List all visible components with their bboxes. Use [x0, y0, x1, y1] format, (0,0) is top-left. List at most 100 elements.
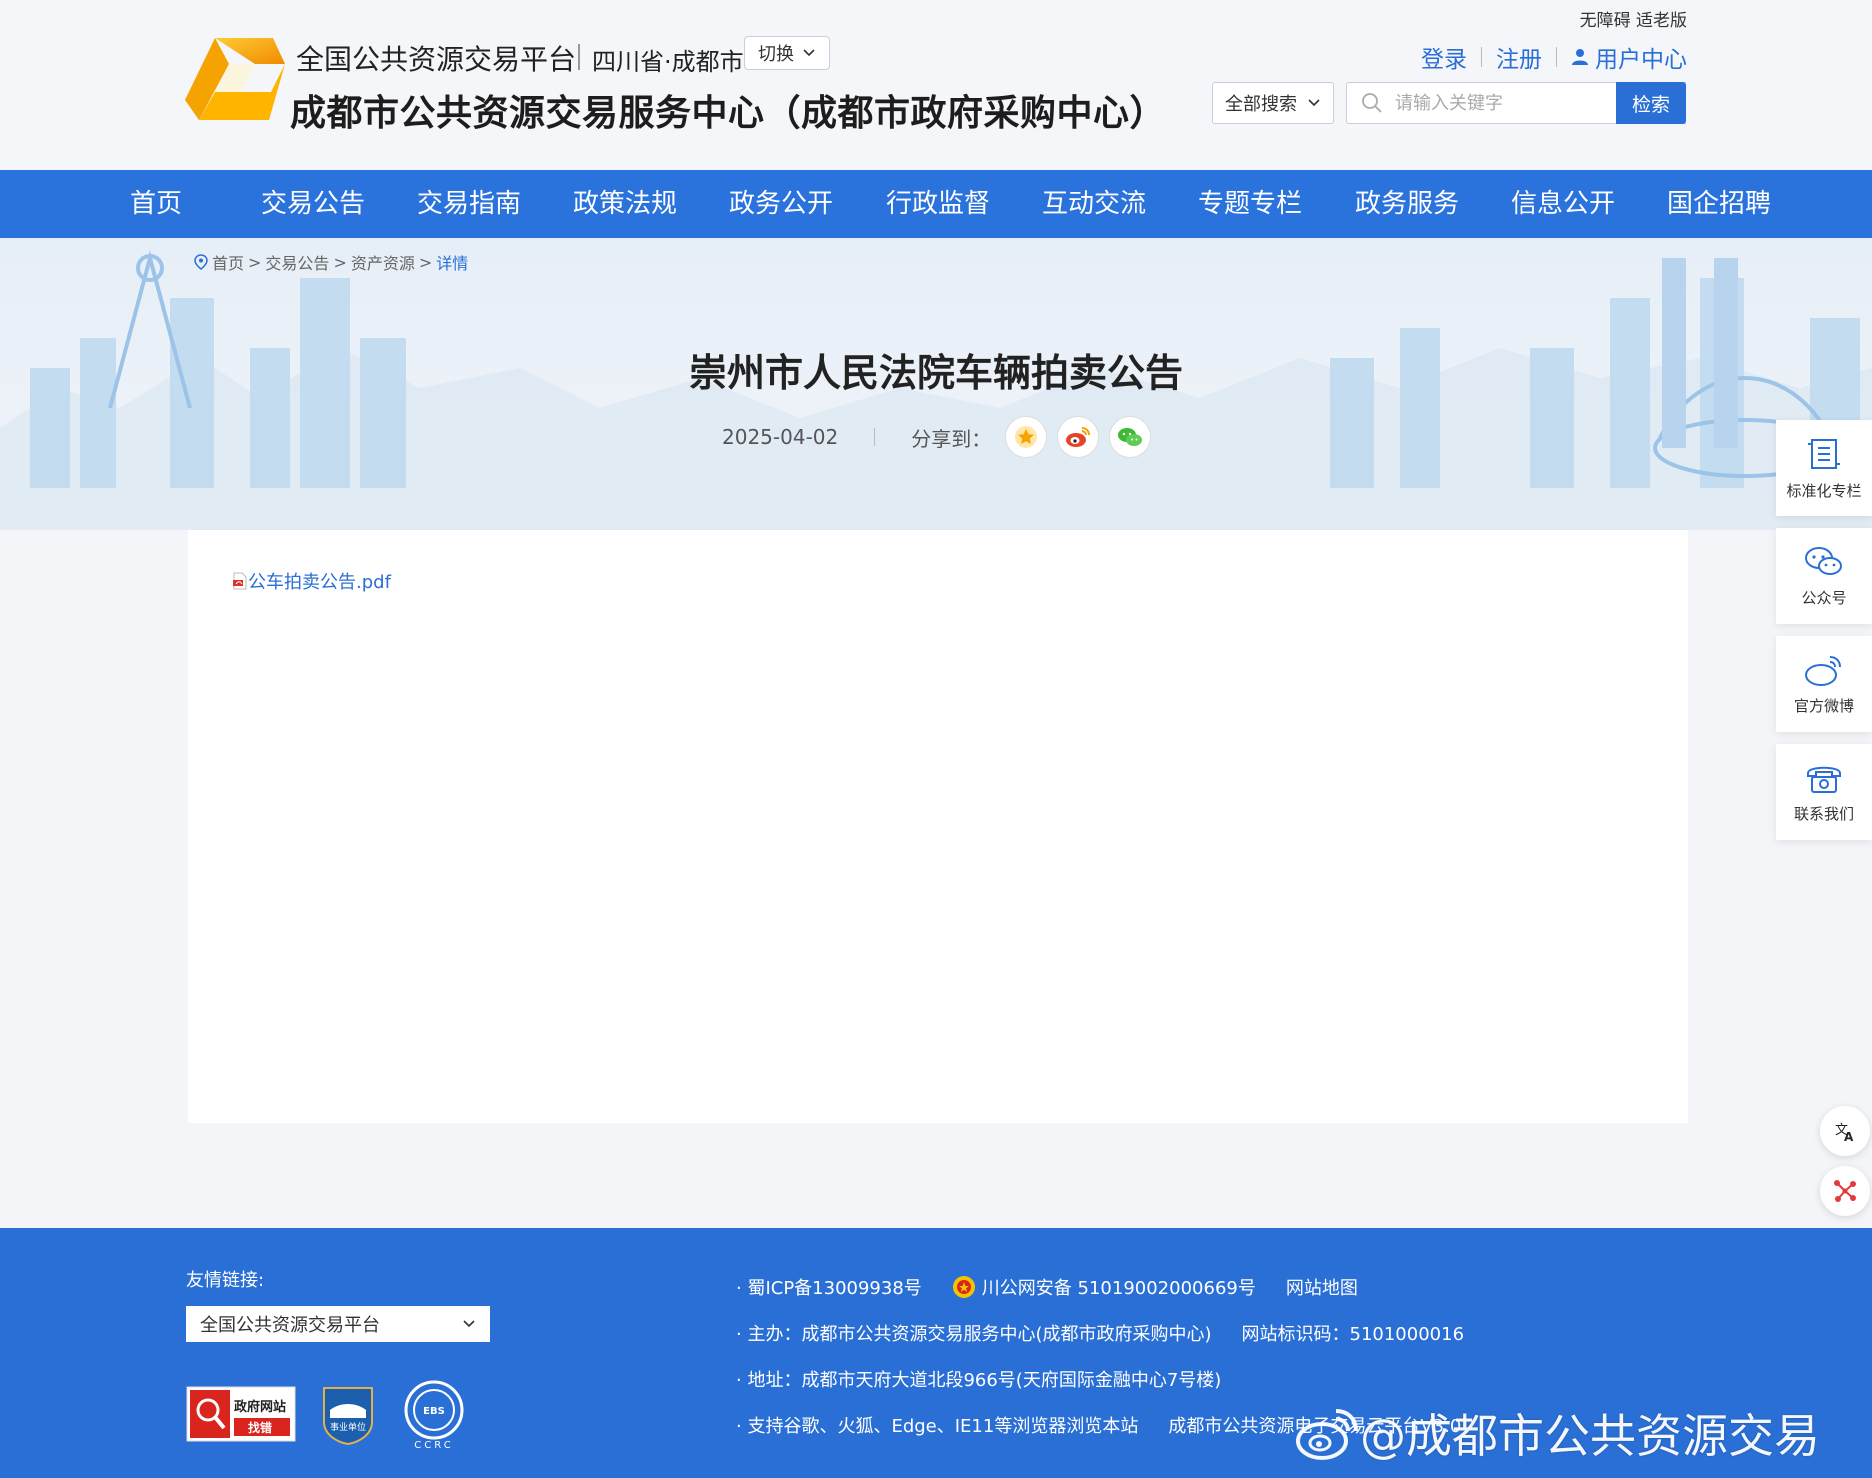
login-link[interactable]: 登录 — [1421, 40, 1467, 74]
browser-support-text: · 支持谷歌、火狐、Edge、IE11等浏览器浏览本站 — [736, 1416, 1139, 1437]
logo-icon[interactable] — [185, 34, 285, 122]
badge-1-line2: 找错 — [248, 1420, 272, 1435]
header: 全国公共资源交易平台 四川省·成都市 切换 成都市公共资源交易服务中心（成都市政… — [0, 0, 1872, 170]
share-weibo-button[interactable] — [1057, 416, 1100, 458]
breadcrumb-announcements[interactable]: 交易公告 — [265, 250, 329, 274]
side-standardization-button[interactable]: 标准化专栏 — [1776, 420, 1872, 516]
chevron-down-icon — [463, 1320, 475, 1328]
footer-line-icp: · 蜀ICP备13009938号 川公网安备 51019002000669号 网… — [736, 1274, 1358, 1300]
divider — [1556, 47, 1557, 67]
accessibility-link[interactable]: 无障碍 适老版 — [1580, 6, 1687, 31]
share-wechat-button[interactable] — [1109, 416, 1152, 458]
weibo-watermark: @成都市公共资源交易 — [1294, 1400, 1820, 1466]
footer-line-address: · 地址：成都市天府大道北段966号(天府国际金融中心7号楼) — [736, 1366, 1221, 1392]
badge-3-bottom: CCRC — [414, 1440, 453, 1450]
breadcrumb-home[interactable]: 首页 — [212, 250, 244, 274]
title-divider — [578, 44, 580, 70]
nav-item-guide[interactable]: 交易指南 — [417, 170, 521, 238]
region-switch-button[interactable]: 切换 — [744, 36, 830, 70]
badge-3-top: EBS — [423, 1406, 445, 1417]
breadcrumb-assets[interactable]: 资产资源 — [351, 250, 415, 274]
breadcrumb-separator: > — [333, 252, 347, 272]
user-center-link[interactable]: 用户中心 — [1595, 40, 1687, 74]
search-button[interactable]: 检索 — [1616, 82, 1686, 124]
site-code-text: 网站标识码：5101000016 — [1241, 1324, 1465, 1345]
hero-banner: 首页 > 交易公告 > 资产资源 > 详情 崇州市人民法院车辆拍卖公告 2025… — [0, 238, 1872, 530]
nav-item-supervision[interactable]: 行政监督 — [886, 170, 990, 238]
nav-item-info-public[interactable]: 信息公开 — [1511, 170, 1615, 238]
icp-link[interactable]: · 蜀ICP备13009938号 — [736, 1274, 922, 1300]
nav-item-recruitment[interactable]: 国企招聘 — [1667, 170, 1771, 238]
side-label: 联系我们 — [1793, 804, 1854, 823]
friend-select-value: 全国公共资源交易平台 — [200, 1315, 380, 1336]
address-text: · 地址：成都市天府大道北段966号(天府国际金融中心7号楼) — [736, 1370, 1222, 1391]
platform-title[interactable]: 全国公共资源交易平台 — [296, 38, 576, 78]
breadcrumb: 首页 > 交易公告 > 资产资源 > 详情 — [194, 250, 468, 274]
breadcrumb-separator: > — [418, 252, 433, 272]
network-icon — [1834, 1180, 1856, 1202]
switch-label: 切换 — [758, 44, 794, 65]
weibo-icon — [1296, 1409, 1358, 1460]
nav-item-special[interactable]: 专题专栏 — [1198, 170, 1302, 238]
side-contact-button[interactable]: 联系我们 — [1776, 744, 1872, 840]
gov-site-error-badge[interactable]: 政府网站 找错 — [186, 1386, 296, 1446]
sitemap-link[interactable]: 网站地图 — [1286, 1274, 1358, 1300]
watermark-text: @成都市公共资源交易 — [1360, 1409, 1820, 1463]
region-label: 四川省·成都市 — [592, 48, 744, 76]
divider — [874, 428, 876, 446]
sponsor-text: · 主办：成都市公共资源交易服务中心(成都市政府采购中心) — [736, 1324, 1212, 1345]
side-wechat-account-button[interactable]: 公众号 — [1776, 528, 1872, 624]
network-assistant-button[interactable] — [1820, 1166, 1870, 1216]
weibo-icon — [1805, 655, 1841, 686]
side-label: 官方微博 — [1793, 696, 1854, 715]
friend-links-select[interactable]: 全国公共资源交易平台 — [186, 1306, 490, 1342]
nav-item-interaction[interactable]: 互动交流 — [1042, 170, 1146, 238]
weibo-icon — [1066, 427, 1091, 447]
pdf-file-icon — [233, 572, 247, 590]
account-links: 登录 注册 用户中心 — [1421, 40, 1687, 74]
register-link[interactable]: 注册 — [1496, 40, 1542, 74]
side-weibo-button[interactable]: 官方微博 — [1776, 636, 1872, 732]
main-nav: 首页 交易公告 交易指南 政策法规 政务公开 行政监督 互动交流 专题专栏 政务… — [0, 170, 1872, 238]
police-record-link[interactable]: 川公网安备 51019002000669号 — [982, 1274, 1256, 1300]
breadcrumb-separator: > — [248, 252, 262, 272]
badge-2-label: 事业单位 — [330, 1421, 366, 1433]
ccrc-badge[interactable]: EBS CCRC — [402, 1380, 472, 1454]
nav-item-policy[interactable]: 政策法规 — [573, 170, 677, 238]
user-icon — [1572, 49, 1588, 65]
center-title[interactable]: 成都市公共资源交易服务中心（成都市政府采购中心） — [290, 84, 1166, 136]
telephone-icon — [1807, 766, 1841, 793]
article-content: 公车拍卖公告.pdf — [188, 530, 1688, 1123]
police-badge-icon — [952, 1276, 975, 1298]
article-title: 崇州市人民法院车辆拍卖公告 — [688, 351, 1183, 395]
nav-item-announcements[interactable]: 交易公告 — [261, 170, 365, 238]
side-label: 标准化专栏 — [1786, 481, 1862, 500]
wechat-icon — [1118, 428, 1143, 446]
attachment-link[interactable]: 公车拍卖公告.pdf — [232, 568, 391, 594]
wechat-icon — [1805, 546, 1842, 575]
share-favorite-button[interactable] — [1005, 416, 1048, 458]
svg-text:A: A — [1844, 1130, 1854, 1143]
article-date: 2025-04-02 — [722, 425, 839, 449]
nav-item-home[interactable]: 首页 — [130, 170, 182, 238]
translate-icon: 文A — [1835, 1123, 1854, 1143]
footer-line-sponsor: · 主办：成都市公共资源交易服务中心(成都市政府采购中心) 网站标识码：5101… — [736, 1320, 1464, 1346]
divider — [1481, 47, 1482, 67]
nav-item-affairs-public[interactable]: 政务公开 — [729, 170, 833, 238]
translate-button[interactable]: 文A — [1820, 1106, 1870, 1156]
institution-badge[interactable]: 事业单位 — [320, 1382, 376, 1450]
nav-item-services[interactable]: 政务服务 — [1355, 170, 1459, 238]
search-type-label: 全部搜索 — [1225, 94, 1297, 115]
standardization-icon — [1808, 438, 1840, 469]
search-type-select[interactable]: 全部搜索 — [1212, 82, 1334, 124]
star-icon — [1015, 426, 1038, 448]
search-icon — [1362, 93, 1382, 113]
chevron-down-icon — [803, 49, 815, 57]
share-label: 分享到： — [911, 426, 992, 451]
chevron-down-icon — [1308, 99, 1320, 107]
side-label: 公众号 — [1801, 588, 1847, 607]
breadcrumb-current: 详情 — [436, 254, 469, 273]
article-meta: 2025-04-02 分享到： — [722, 416, 1161, 458]
friend-links-label: 友情链接: — [186, 1270, 265, 1291]
attachment-name[interactable]: 公车拍卖公告.pdf — [248, 568, 391, 594]
